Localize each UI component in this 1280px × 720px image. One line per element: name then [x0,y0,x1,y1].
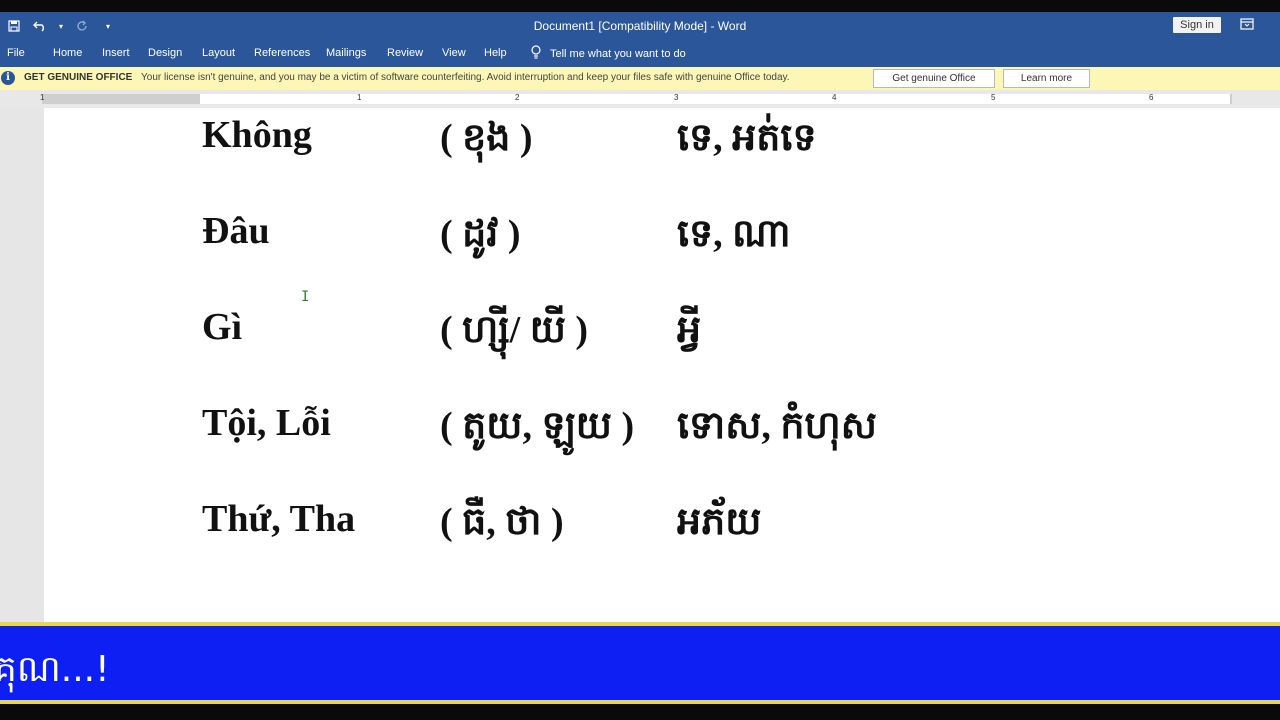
text-cursor-icon: I [301,289,310,305]
caption-bar: គុណ...! [0,622,1280,704]
get-genuine-office-button[interactable]: Get genuine Office [873,69,995,88]
tab-design[interactable]: Design [148,47,182,59]
tab-home[interactable]: Home [53,47,82,59]
khmer-meaning: ទេ, អត់ទេ [677,117,817,159]
khmer-meaning: ទោស, កំហុស [677,405,877,447]
tab-mailings[interactable]: Mailings [326,47,366,59]
pronunciation: ( ដូវ ) [440,213,521,255]
tab-insert[interactable]: Insert [102,47,130,59]
pronunciation: ( ហ្សុី/ យី ) [440,309,589,351]
learn-more-button[interactable]: Learn more [1003,69,1090,88]
document-canvas: Không ( ខុង ) ទេ, អត់ទេ Đâu ( ដូវ ) ទេ, … [0,108,1280,622]
info-icon: i [1,71,15,85]
pronunciation: ( ខុង ) [440,117,533,159]
caption-text: គុណ...! [0,649,110,690]
tab-file[interactable]: File [7,47,25,59]
vietnamese-word: Không [202,114,312,156]
tell-me-box[interactable]: Tell me what you want to do [530,45,686,62]
tab-references[interactable]: References [254,47,310,59]
vietnamese-word: Thứ, Tha [202,498,356,540]
document-title: Document1 [Compatibility Mode] - Word [533,19,747,33]
vietnamese-word: Tội, Lỗi [202,402,331,444]
khmer-meaning: អភ័យ [677,501,762,543]
ruler-number: 6 [1149,93,1154,102]
ruler-number: 2 [515,93,520,102]
tell-me-label: Tell me what you want to do [550,47,686,60]
message-text: Your license isn't genuine, and you may … [141,72,790,83]
ribbon-tabs: File Home Insert Design Layout Reference… [0,42,1280,67]
ruler-number: 1 [357,93,362,102]
lightbulb-icon [530,45,542,62]
tab-view[interactable]: View [442,47,466,59]
ruler-left-margin [42,94,200,104]
ruler-number: 5 [991,93,996,102]
title-bar: ▾ ▾ Document1 [Compatibility Mode] - Wor… [0,12,1280,42]
tab-help[interactable]: Help [484,47,507,59]
khmer-meaning: ទេ, ណា [677,213,791,255]
pronunciation: ( ធឺ, ថា ) [440,501,564,543]
pronunciation: ( តូយ, ឡូយ ) [440,405,635,447]
sign-in-button[interactable]: Sign in [1173,17,1221,33]
vietnamese-word: Đâu [202,210,270,252]
tab-layout[interactable]: Layout [202,47,235,59]
horizontal-ruler[interactable]: 1 1 2 3 4 5 6 [0,90,1280,108]
ribbon-display-options-icon[interactable] [1240,17,1258,33]
ruler-number: 4 [832,93,837,102]
genuine-office-message-bar: i GET GENUINE OFFICE Your license isn't … [0,67,1280,90]
ruler-number: 3 [674,93,679,102]
document-page[interactable]: Không ( ខុង ) ទេ, អត់ទេ Đâu ( ដូវ ) ទេ, … [44,108,1280,622]
ruler-number: 1 [40,93,45,102]
tab-review[interactable]: Review [387,47,423,59]
ruler-track: 1 1 2 3 4 5 6 [40,93,1232,104]
vietnamese-word: Gì [202,306,243,348]
khmer-meaning: អ្វី [677,309,702,351]
message-title: GET GENUINE OFFICE [24,72,133,83]
ruler-right-margin [1230,94,1232,104]
